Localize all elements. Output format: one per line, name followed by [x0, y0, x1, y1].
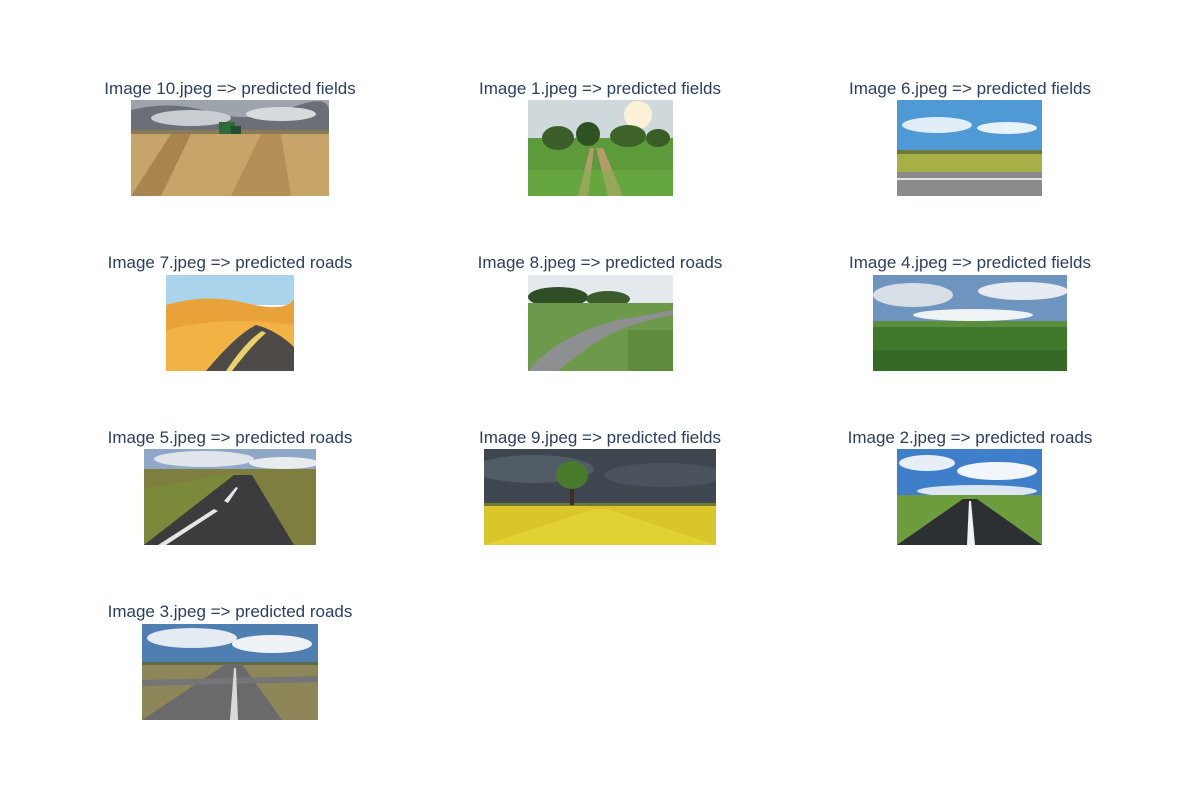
panel-title: Image 5.jpeg => predicted roads [107, 428, 353, 447]
grass-path-trees-icon [528, 100, 673, 196]
panel-title: Image 3.jpeg => predicted roads [107, 602, 353, 621]
panel-title: Image 9.jpeg => predicted fields [479, 428, 721, 447]
moor-road-icon [144, 449, 316, 545]
country-lane-icon [528, 275, 673, 371]
sky-meadow-road-icon [897, 100, 1042, 196]
panel-title: Image 4.jpeg => predicted fields [849, 253, 1091, 272]
green-plain-icon [873, 275, 1067, 371]
desert-road-icon [166, 275, 294, 371]
panel-title: Image 1.jpeg => predicted fields [479, 79, 721, 98]
panel-title: Image 10.jpeg => predicted fields [104, 79, 356, 98]
wheat-harvest-icon [131, 100, 329, 196]
rapeseed-tree-icon [484, 449, 716, 545]
panel-title: Image 7.jpeg => predicted roads [107, 253, 353, 272]
highway-sky-icon [897, 449, 1042, 545]
panel-title: Image 8.jpeg => predicted roads [477, 253, 723, 272]
crossroad-icon [142, 624, 318, 720]
panel-title: Image 2.jpeg => predicted roads [847, 428, 1093, 447]
panel-title: Image 6.jpeg => predicted fields [849, 79, 1091, 98]
